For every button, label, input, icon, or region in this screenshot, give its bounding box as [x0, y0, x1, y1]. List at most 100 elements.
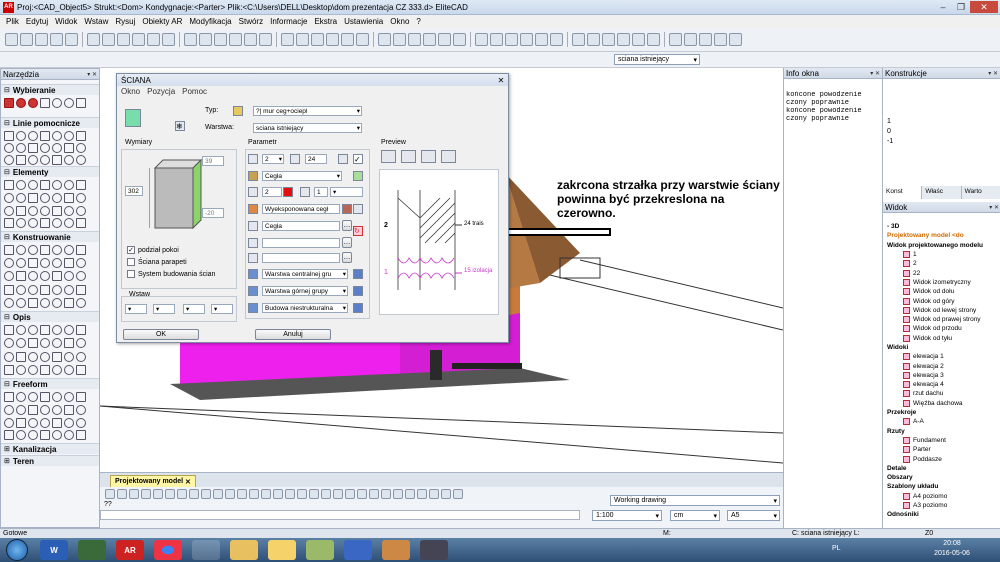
snap-tool-icon[interactable]	[249, 489, 259, 499]
menu-item-11[interactable]: Okno	[390, 17, 409, 26]
tool-icon[interactable]	[40, 271, 50, 282]
language-indicator[interactable]: PL	[832, 545, 841, 552]
tool-icon[interactable]	[4, 98, 14, 108]
tool-icon[interactable]	[64, 338, 74, 349]
snap-tool-icon[interactable]	[297, 489, 307, 499]
tool-icon[interactable]	[52, 245, 62, 255]
menu-item-8[interactable]: Informacje	[270, 17, 307, 26]
working-drawing-select[interactable]: Working drawing	[610, 495, 780, 506]
toolbar-icon[interactable]	[632, 33, 645, 46]
tree-group[interactable]: Odnośniki	[883, 510, 1000, 519]
tool-icon[interactable]	[4, 417, 14, 428]
tree-item[interactable]: Więźba dachowa	[883, 399, 1000, 408]
dim-bottom-field[interactable]: -20	[202, 208, 224, 218]
tree-group[interactable]: Projektowany model <do	[883, 231, 1000, 240]
tree-item[interactable]: 1	[883, 250, 1000, 259]
tree-group[interactable]: Widoki	[883, 343, 1000, 352]
model-tab[interactable]: Projektowany model ✕	[110, 475, 196, 487]
minimize-button[interactable]: –	[934, 1, 952, 13]
level-item[interactable]: 1	[887, 118, 907, 128]
hatch-swatch[interactable]	[342, 204, 352, 214]
tool-icon[interactable]	[64, 404, 74, 415]
tool-icon[interactable]	[52, 417, 62, 428]
group-lock-0[interactable]	[353, 269, 363, 279]
paper-select[interactable]: A5	[727, 510, 780, 521]
tool-icon[interactable]	[28, 297, 38, 308]
tool-icon[interactable]	[52, 180, 62, 190]
checkbox-1[interactable]: Ściana parapeti	[127, 258, 187, 266]
snap-tool-icon[interactable]	[321, 489, 331, 499]
tool-icon[interactable]	[52, 192, 62, 203]
tool-icon[interactable]	[76, 205, 86, 216]
tool-icon[interactable]	[16, 404, 26, 415]
toolbar-icon[interactable]	[147, 33, 160, 46]
tool-icon[interactable]	[52, 430, 62, 441]
taskbar-explorer[interactable]	[230, 540, 258, 560]
tool-section-header[interactable]: Wybieranie	[1, 84, 99, 95]
tool-icon[interactable]	[16, 131, 26, 141]
tool-icon[interactable]	[40, 180, 50, 190]
rotated-arrow-icon[interactable]: ↻	[353, 226, 363, 236]
tool-icon[interactable]	[16, 364, 26, 375]
tool-section-header[interactable]: Freeform	[1, 378, 99, 389]
tree-item[interactable]: 22	[883, 268, 1000, 277]
toolbar-icon[interactable]	[199, 33, 212, 46]
toolbar-icon[interactable]	[393, 33, 406, 46]
konstrukcje-tab-0[interactable]: Konst	[883, 186, 923, 199]
insert-side-select[interactable]	[183, 304, 205, 314]
tool-icon[interactable]	[4, 392, 14, 402]
checkbox-2[interactable]: System budowania ścian	[127, 270, 215, 278]
tool-icon[interactable]	[64, 218, 74, 229]
tool-icon[interactable]	[40, 205, 50, 216]
tool-icon[interactable]	[64, 258, 74, 269]
toolbar-icon[interactable]	[490, 33, 503, 46]
toolbar-icon[interactable]	[162, 33, 175, 46]
tool-icon[interactable]	[52, 143, 62, 153]
level-item[interactable]: -1	[887, 138, 907, 148]
tree-item[interactable]: Widok od tyłu	[883, 334, 1000, 343]
checkbox-box-2[interactable]	[127, 270, 135, 278]
tool-icon[interactable]	[76, 392, 86, 402]
menu-item-4[interactable]: Rysuj	[115, 17, 135, 26]
tool-icon[interactable]	[4, 297, 14, 308]
snap-tool-icon[interactable]	[357, 489, 367, 499]
tool-icon[interactable]	[40, 258, 50, 269]
tool-icon[interactable]	[76, 155, 86, 165]
group-combo-1[interactable]: Warstwa górnej grupy	[262, 286, 348, 296]
toolbar-icon[interactable]	[475, 33, 488, 46]
toolbar-icon[interactable]	[602, 33, 615, 46]
tree-item[interactable]: Widok od przodu	[883, 324, 1000, 333]
lock-icon[interactable]	[353, 171, 363, 181]
tool-icon[interactable]	[28, 271, 38, 282]
tool-icon[interactable]	[52, 364, 62, 375]
group-lock-1[interactable]	[353, 286, 363, 296]
start-button[interactable]	[6, 539, 28, 561]
dialog-menu-2[interactable]: Pomoc	[182, 87, 207, 96]
maximize-button[interactable]: ❐	[952, 1, 970, 13]
group-combo-2[interactable]: Budowa niestrukturalna	[262, 303, 348, 313]
tool-icon[interactable]	[4, 338, 14, 349]
tool-icon[interactable]	[40, 245, 50, 255]
snap-tool-icon[interactable]	[273, 489, 283, 499]
tool-icon[interactable]	[28, 364, 38, 375]
tool-icon[interactable]	[52, 155, 62, 165]
tool-icon[interactable]	[76, 404, 86, 415]
toolbar-icon[interactable]	[244, 33, 257, 46]
snap-tool-icon[interactable]	[225, 489, 235, 499]
tree-group[interactable]: - 3D	[883, 222, 1000, 231]
tree-item[interactable]: Fundament	[883, 436, 1000, 445]
toolbar-icon[interactable]	[50, 33, 63, 46]
tool-icon[interactable]	[76, 417, 86, 428]
tool-icon[interactable]	[40, 297, 50, 308]
tool-icon[interactable]	[40, 192, 50, 203]
preview-tool-1[interactable]	[381, 150, 396, 163]
snap-tool-icon[interactable]	[285, 489, 295, 499]
menu-item-9[interactable]: Ekstra	[314, 17, 337, 26]
snap-tool-icon[interactable]	[393, 489, 403, 499]
preview-tool-4[interactable]	[441, 150, 456, 163]
tool-icon[interactable]	[76, 218, 86, 229]
taskbar-app-10[interactable]	[382, 540, 410, 560]
tool-icon[interactable]	[16, 351, 26, 362]
height-field[interactable]: 302	[125, 186, 143, 196]
tool-icon[interactable]	[40, 392, 50, 402]
